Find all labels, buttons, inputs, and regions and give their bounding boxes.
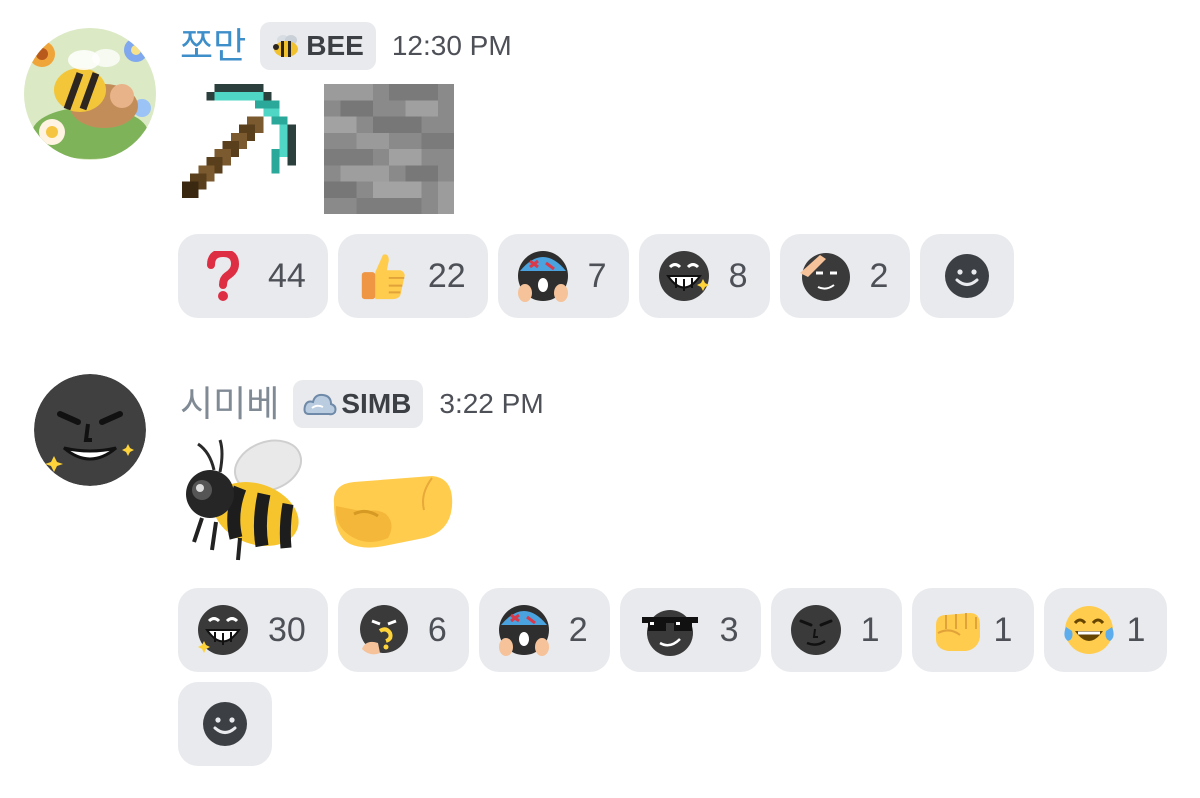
add-reaction-button[interactable] <box>178 682 272 766</box>
reaction-fist[interactable]: 1 <box>911 588 1035 672</box>
shocked-blob-face-icon <box>516 249 570 303</box>
reaction-thinking[interactable]: 6 <box>337 588 469 672</box>
reaction-sunglasses[interactable]: 3 <box>619 588 761 672</box>
thinking-blob-face-icon <box>356 603 410 657</box>
reaction-salute[interactable]: 2 <box>779 234 911 318</box>
add-reaction-button[interactable] <box>920 234 1015 318</box>
saluting-blob-face-icon <box>798 249 852 303</box>
stone-block-icon[interactable] <box>322 84 456 214</box>
grinning-blob-avatar-icon <box>34 374 146 486</box>
thumbs-up-icon <box>356 249 410 303</box>
add-reaction-icon <box>945 254 990 298</box>
cloud-icon <box>303 393 337 416</box>
server-tag[interactable]: SIMB <box>293 380 424 428</box>
honeybee-emoji[interactable] <box>180 434 314 568</box>
grinning-blob-face-icon <box>657 249 711 303</box>
message-header: 쪼만 BEE 12:30 PM <box>180 18 512 74</box>
reaction-count: 22 <box>427 256 466 295</box>
username[interactable]: 쪼만 <box>180 24 246 68</box>
server-tag-label: SIMB <box>341 388 412 419</box>
message-attachments <box>180 84 456 214</box>
user-avatar-simibe[interactable] <box>34 374 146 486</box>
reaction-bar: 30 6 2 3 1 1 1 <box>178 588 1178 776</box>
reaction-count: 44 <box>268 256 306 295</box>
grinning-blob-face-icon <box>196 603 250 657</box>
sunglasses-blob-face-icon <box>638 603 702 657</box>
reaction-count: 6 <box>427 610 447 649</box>
user-avatar-jjoman[interactable] <box>24 28 156 160</box>
shocked-blob-face-icon <box>497 603 551 657</box>
message-attachments <box>180 434 458 574</box>
reaction-tears-of-joy[interactable]: 1 <box>1044 588 1168 672</box>
server-tag[interactable]: BEE <box>260 22 376 70</box>
reaction-count: 2 <box>869 256 889 295</box>
reaction-grin[interactable]: 8 <box>638 234 770 318</box>
reaction-count: 7 <box>587 256 607 295</box>
red-question-mark-icon <box>196 249 250 303</box>
username[interactable]: 시미베 <box>180 382 279 426</box>
timestamp: 3:22 PM <box>439 388 544 419</box>
tears-of-joy-icon <box>1062 603 1116 657</box>
add-reaction-icon <box>203 702 247 746</box>
reaction-thumbs-up[interactable]: 22 <box>337 234 488 318</box>
smirk-blob-face-icon <box>789 603 843 657</box>
reaction-grin[interactable]: 30 <box>178 588 328 672</box>
reaction-count: 8 <box>728 256 748 295</box>
reaction-count: 2 <box>568 610 588 649</box>
bee-icon <box>273 35 299 57</box>
reaction-count: 30 <box>268 610 306 649</box>
bee-flower-avatar-icon <box>24 28 156 160</box>
reaction-shocked[interactable]: 2 <box>478 588 610 672</box>
reaction-count: 1 <box>1126 610 1146 649</box>
timestamp: 12:30 PM <box>391 30 512 61</box>
reaction-bar: 44 22 7 8 2 <box>178 234 1178 328</box>
server-tag-label: BEE <box>306 30 364 61</box>
fist-emoji[interactable] <box>324 454 458 574</box>
reaction-count: 3 <box>719 610 739 649</box>
diamond-pickaxe-icon[interactable] <box>180 84 314 214</box>
reaction-count: 1 <box>993 610 1013 649</box>
message-header: 시미베 SIMB 3:22 PM <box>180 376 544 432</box>
reaction-shocked[interactable]: 7 <box>497 234 629 318</box>
reaction-count: 1 <box>860 610 880 649</box>
oncoming-fist-icon <box>930 603 984 657</box>
reaction-question[interactable]: 44 <box>178 234 328 318</box>
reaction-smirk[interactable]: 1 <box>770 588 902 672</box>
